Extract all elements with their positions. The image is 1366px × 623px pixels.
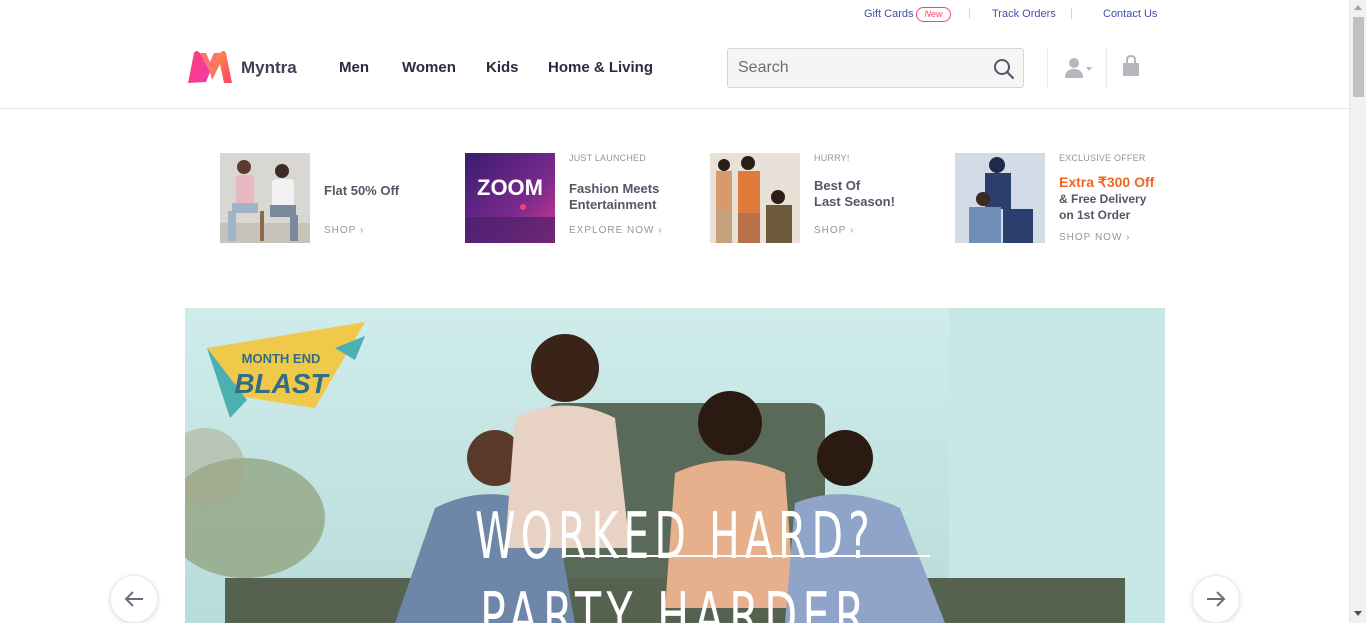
page-scrollbar[interactable]	[1349, 0, 1366, 623]
promo-image	[955, 153, 1045, 243]
promo-offer: Extra ₹300 Off	[1059, 174, 1155, 190]
arrow-right-icon	[1207, 591, 1226, 607]
carousel-next-button[interactable]	[1192, 575, 1240, 623]
bag-icon[interactable]	[1121, 55, 1141, 77]
hero-subheadline: PARTY HARDER	[480, 580, 870, 623]
new-badge: New	[916, 7, 951, 22]
scroll-down-icon[interactable]	[1354, 611, 1362, 616]
promo-cta[interactable]: SHOP ›	[324, 225, 364, 236]
utility-divider	[969, 8, 970, 19]
nav-women[interactable]: Women	[402, 59, 456, 76]
promo-cta[interactable]: SHOP ›	[814, 225, 854, 236]
badge-line2: BLAST	[234, 368, 330, 399]
track-orders-link[interactable]: Track Orders	[992, 8, 1056, 20]
hero-illustration: MONTH END BLAST WORKED HARD? PARTY HARDE…	[185, 308, 1165, 623]
hero-banner[interactable]: MONTH END BLAST WORKED HARD? PARTY HARDE…	[185, 308, 1165, 623]
nav-kids[interactable]: Kids	[486, 59, 519, 76]
carousel-prev-button[interactable]	[110, 575, 158, 623]
scroll-up-icon[interactable]	[1354, 5, 1362, 10]
promo-title: Flat 50% Off	[324, 183, 400, 198]
promo-card-flat-50[interactable]: Flat 50% Off SHOP ›	[220, 153, 420, 245]
search-box	[727, 48, 1024, 88]
gift-cards-link[interactable]: Gift Cards	[864, 8, 914, 20]
chevron-right-icon: ›	[1126, 232, 1131, 243]
promo-kicker: EXCLUSIVE OFFER	[1059, 153, 1146, 163]
promo-card-zoom[interactable]: ZOOM JUST LAUNCHED Fashion Meets Enterta…	[465, 153, 675, 245]
utility-bar: Gift Cards New Track Orders Contact Us	[0, 0, 1349, 28]
search-icon[interactable]	[993, 58, 1015, 80]
chevron-right-icon: ›	[658, 225, 663, 236]
promo-image: ZOOM	[465, 153, 555, 243]
chevron-right-icon: ›	[359, 225, 365, 236]
promo-title-line1: & Free Delivery	[1059, 192, 1147, 206]
header-divider	[1047, 48, 1048, 88]
search-input[interactable]	[738, 49, 978, 87]
zoom-logo-text: ZOOM	[477, 175, 543, 200]
promo-card-best-of-last-season[interactable]: HURRY! Best Of Last Season! SHOP ›	[710, 153, 910, 245]
myntra-logo-icon	[188, 51, 232, 83]
chevron-right-icon: ›	[849, 225, 855, 236]
promo-image	[710, 153, 800, 243]
nav-home-living[interactable]: Home & Living	[548, 59, 653, 76]
brand-name: Myntra	[241, 58, 297, 77]
utility-divider	[1071, 8, 1072, 19]
promo-kicker: JUST LAUNCHED	[569, 153, 646, 163]
scrollbar-thumb[interactable]	[1353, 17, 1364, 97]
promo-image	[220, 153, 310, 243]
promo-cta[interactable]: SHOP NOW ›	[1059, 232, 1131, 243]
header-divider	[1106, 48, 1107, 88]
promo-title-line2: Entertainment	[569, 197, 657, 212]
contact-us-link[interactable]: Contact Us	[1103, 8, 1157, 20]
badge-line1: MONTH END	[242, 351, 321, 366]
promo-cta[interactable]: EXPLORE NOW ›	[569, 225, 663, 236]
profile-icon[interactable]	[1064, 57, 1094, 79]
promo-kicker: HURRY!	[814, 153, 850, 163]
promo-title-line2: on 1st Order	[1059, 208, 1131, 222]
myntra-logo[interactable]	[186, 50, 234, 84]
promo-card-exclusive-offer[interactable]: EXCLUSIVE OFFER Extra ₹300 Off & Free De…	[955, 153, 1165, 245]
arrow-left-icon	[124, 591, 143, 607]
hero-headline: WORKED HARD?	[475, 500, 875, 574]
promo-title-line1: Best Of	[814, 178, 861, 193]
promo-title-line1: Fashion Meets	[569, 181, 660, 196]
main-header: Myntra Men Women Kids Home & Living	[0, 28, 1349, 109]
promo-title-line2: Last Season!	[814, 194, 895, 209]
nav-men[interactable]: Men	[339, 59, 369, 76]
